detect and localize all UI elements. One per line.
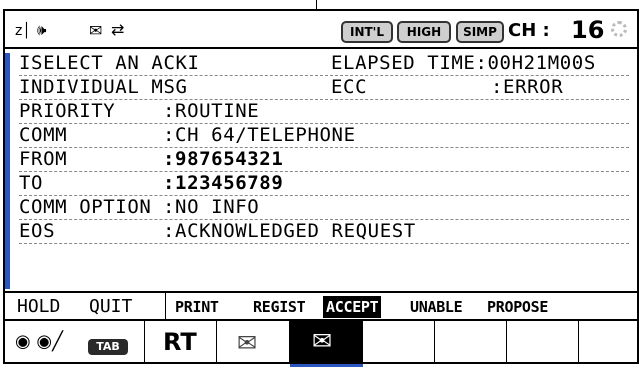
elapsed-time: ELAPSED TIME:00H21M00S — [331, 52, 596, 74]
field-label: COMM — [19, 124, 68, 146]
top-marker-line — [316, 0, 317, 9]
field-row-to: TO :123456789 — [19, 172, 629, 196]
message-panel: ISELECT AN ACKI ELAPSED TIME:00H21M00S I… — [5, 49, 637, 291]
hold-button[interactable]: HOLD — [17, 296, 60, 318]
field-row-from: FROM :987654321 — [19, 148, 629, 172]
field-value: :ROUTINE — [163, 100, 260, 122]
field-row-priority: PRIORITY :ROUTINE — [19, 100, 629, 124]
propose-button[interactable]: PROPOSE — [487, 296, 548, 318]
channel-label: CH : — [508, 20, 550, 41]
tab-radar[interactable]: ◉ ◉╱ TAB — [5, 321, 145, 364]
tab-received-mail[interactable]: ✉ — [290, 321, 363, 364]
field-value: :CH 64/TELEPHONE — [163, 124, 356, 146]
received-mail-icon: ✉ — [312, 327, 333, 355]
tab-empty-2[interactable] — [435, 321, 507, 364]
regist-button[interactable]: REGIST — [253, 296, 306, 318]
tab-rt[interactable]: RT — [145, 321, 217, 364]
speaker-icon: 🕪 — [37, 21, 47, 39]
field-value: :987654321 — [163, 148, 284, 170]
field-row-comm-option: COMM OPTION :NO INFO — [19, 196, 629, 220]
print-button[interactable]: PRINT — [175, 296, 219, 318]
envelope-icon: ✉ — [89, 21, 103, 40]
radar-eyes-icon: ◉ ◉╱ — [15, 331, 63, 352]
busy-spinner-icon — [611, 21, 627, 37]
tab-send-mail[interactable]: ✉ — [217, 321, 290, 364]
accept-button[interactable]: ACCEPT — [323, 296, 382, 318]
field-row-eos: EOS :ACKNOWLEDGED REQUEST — [19, 220, 629, 244]
field-row-comm: COMM :CH 64/TELEPHONE — [19, 124, 629, 148]
quit-button[interactable]: QUIT — [89, 296, 132, 318]
unable-button[interactable]: UNABLE — [410, 296, 463, 318]
tab-empty-1[interactable] — [363, 321, 435, 364]
rt-label: RT — [163, 328, 197, 356]
softkey-divider — [165, 293, 166, 319]
ecc-value: :ERROR — [491, 76, 564, 98]
message-type-row: INDIVIDUAL MSG ECC :ERROR — [19, 76, 629, 100]
select-ack-prompt: ISELECT AN ACKI — [19, 52, 200, 74]
softkey-bar: HOLD QUIT PRINT REGIST ACCEPT UNABLE PRO… — [5, 291, 637, 321]
field-value: :ACKNOWLEDGED REQUEST — [163, 220, 416, 242]
tab-empty-4[interactable] — [579, 321, 637, 364]
channel-number: 16 — [571, 16, 605, 44]
tab-empty-3[interactable] — [507, 321, 579, 364]
field-label: PRIORITY — [19, 100, 116, 122]
field-label: EOS — [19, 220, 56, 242]
active-tab-indicator — [290, 364, 363, 367]
field-label: TO — [19, 172, 44, 194]
bottom-tab-bar: ◉ ◉╱ TAB RT ✉ ✉ — [5, 321, 637, 367]
signal-antenna-icon: 𝗓│ — [15, 23, 31, 39]
field-value: :NO INFO — [163, 196, 260, 218]
high-power-badge: HIGH — [397, 21, 451, 43]
tab-button[interactable]: TAB — [88, 339, 128, 355]
status-bar: 𝗓│ 🕪 ✉ ⇄ INT'L HIGH SIMP CH : 16 — [5, 11, 637, 49]
simplex-badge: SIMP — [456, 21, 504, 43]
send-mail-icon: ✉ — [237, 329, 258, 357]
dsc-screen: 𝗓│ 🕪 ✉ ⇄ INT'L HIGH SIMP CH : 16 ISELECT… — [3, 9, 639, 367]
intl-badge: INT'L — [341, 21, 393, 43]
ecc-label: ECC — [331, 76, 368, 98]
field-label: FROM — [19, 148, 68, 170]
envelope-exchange-icon: ⇄ — [111, 20, 125, 39]
message-header-row: ISELECT AN ACKI ELAPSED TIME:00H21M00S — [19, 52, 629, 76]
scroll-indicator — [5, 53, 10, 289]
message-type: INDIVIDUAL MSG — [19, 76, 188, 98]
field-label: COMM OPTION — [19, 196, 152, 218]
field-value: :123456789 — [163, 172, 284, 194]
